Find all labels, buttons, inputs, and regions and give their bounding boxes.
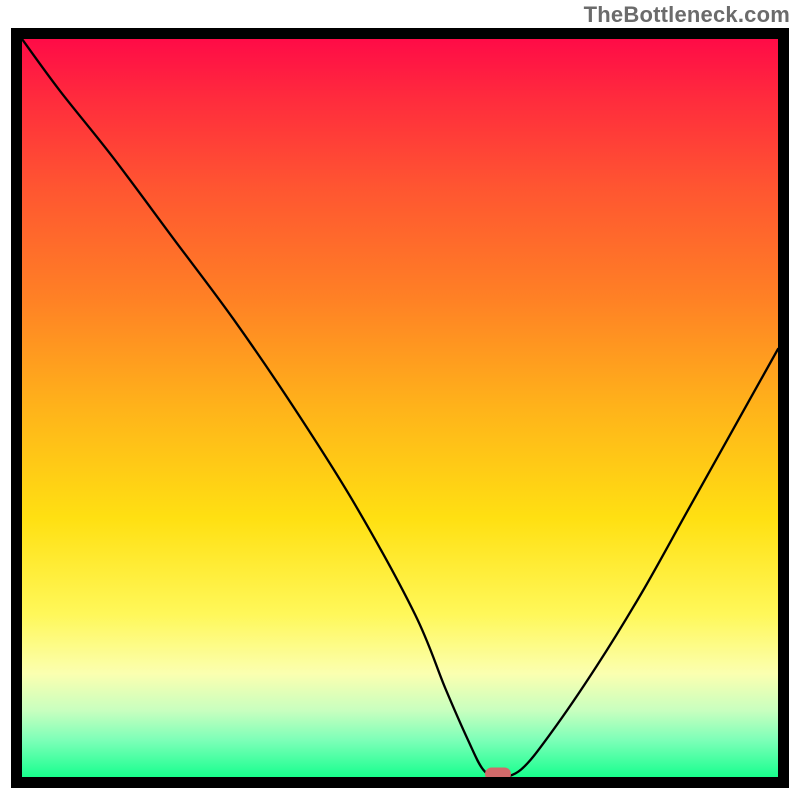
- plot-frame: [11, 28, 789, 788]
- watermark-text: TheBottleneck.com: [584, 2, 790, 28]
- plot-area: [22, 39, 778, 777]
- chart-container: TheBottleneck.com: [0, 0, 800, 800]
- bottleneck-curve: [22, 39, 778, 777]
- optimal-marker: [485, 768, 511, 778]
